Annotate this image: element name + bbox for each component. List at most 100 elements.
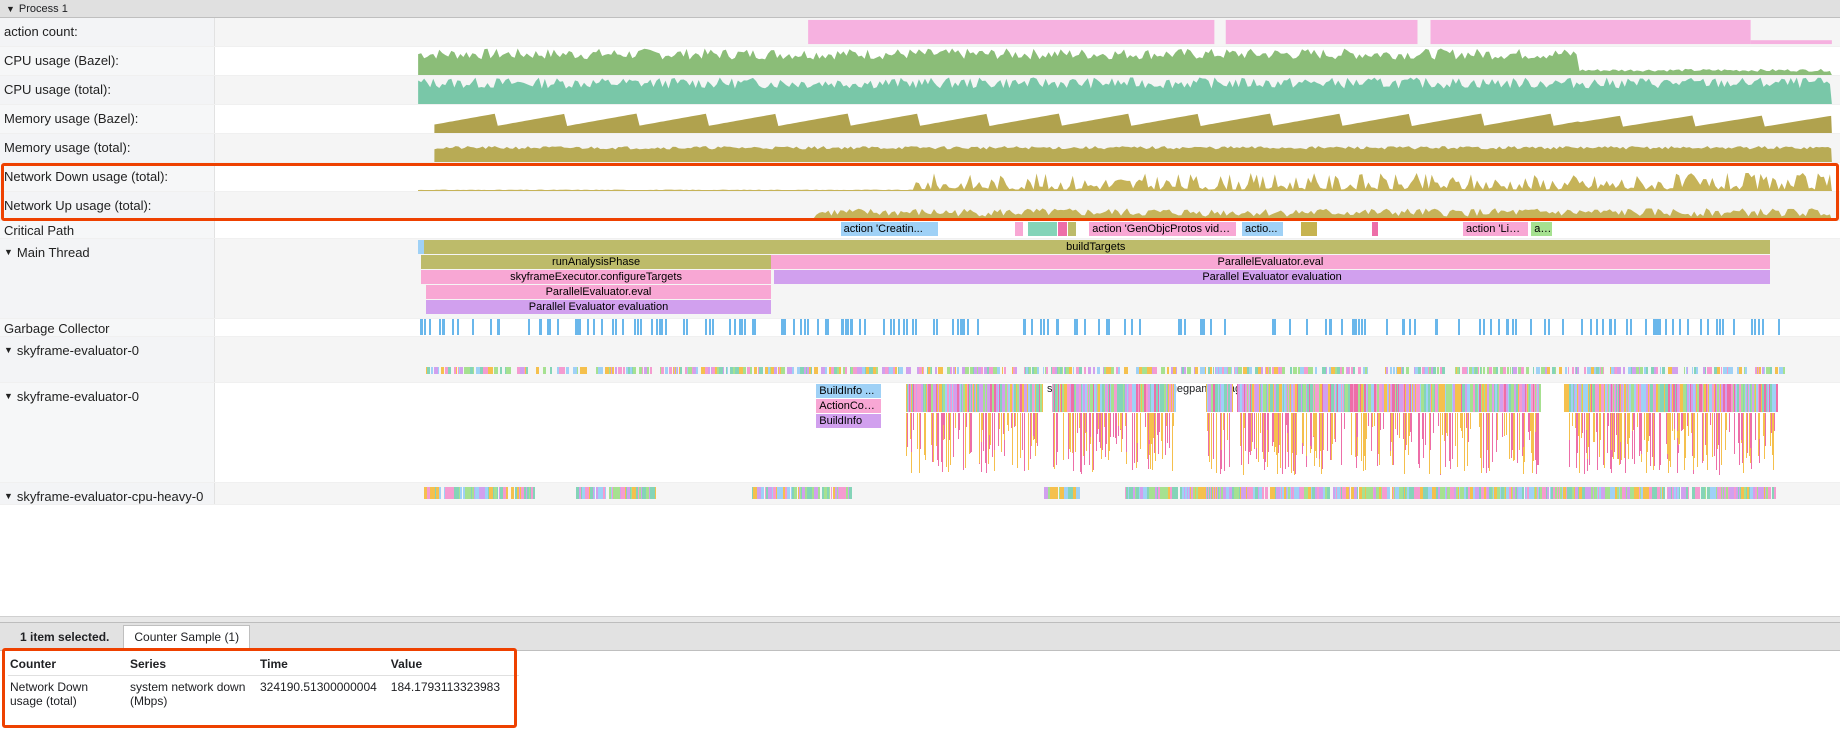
main-thread-block[interactable]: buildTargets — [421, 240, 1770, 254]
gc-tick — [890, 319, 892, 335]
gc-tick — [936, 319, 938, 335]
counter-sample-table: Counter Series Time Value Network Down u… — [8, 653, 519, 712]
track-label: skyframe-evaluator-0 — [17, 389, 139, 404]
track-skyframe-cpu-heavy[interactable]: ▼ skyframe-evaluator-cpu-heavy-0 — [0, 483, 1840, 505]
gc-tick — [1490, 319, 1492, 335]
chevron-down-icon[interactable]: ▼ — [4, 389, 13, 401]
track-skyframe-eval-0a[interactable]: ▼ skyframe-evaluator-0 — [0, 337, 1840, 383]
track-net-down[interactable]: Network Down usage (total): — [0, 163, 1840, 192]
gc-tick — [1436, 319, 1438, 335]
cell-time: 324190.51300000004 — [258, 676, 389, 713]
critical-path-block[interactable] — [1301, 222, 1317, 236]
table-row[interactable]: Network Down usage (total) system networ… — [8, 676, 519, 713]
main-thread-block[interactable]: skyframeExecutor.configureTargets — [421, 270, 770, 284]
th-value[interactable]: Value — [389, 653, 519, 676]
gc-tick — [1665, 319, 1667, 335]
cell-value: 184.1793113323983 — [389, 676, 519, 713]
track-action-count[interactable]: action count: — [0, 18, 1840, 47]
gc-tick — [1581, 319, 1583, 335]
gc-tick — [661, 319, 663, 335]
gc-tick — [1707, 319, 1709, 335]
track-cpu-total[interactable]: CPU usage (total): — [0, 76, 1840, 105]
gc-tick — [1562, 319, 1564, 335]
critical-path-block[interactable]: action 'GenObjcProtos video/... — [1089, 222, 1235, 236]
gc-tick — [637, 319, 639, 335]
gc-tick — [640, 319, 642, 335]
chevron-down-icon[interactable]: ▼ — [4, 343, 13, 355]
gc-tick — [864, 319, 866, 335]
critical-path-block[interactable] — [1058, 222, 1066, 236]
main-thread-block[interactable]: runAnalysisPhase — [421, 255, 770, 269]
track-mem-total[interactable]: Memory usage (total): — [0, 134, 1840, 163]
gc-tick — [601, 319, 603, 335]
gc-tick — [712, 319, 714, 335]
main-thread-block[interactable]: Parallel Evaluator evaluation — [774, 270, 1770, 284]
th-time[interactable]: Time — [258, 653, 389, 676]
track-label: CPU usage (total): — [4, 82, 111, 97]
track-label: action count: — [4, 24, 78, 39]
gc-tick — [472, 319, 474, 335]
gc-tick — [912, 319, 914, 335]
gc-tick — [1754, 319, 1756, 335]
skyframe-block[interactable]: ActionConti... — [816, 399, 881, 413]
gc-tick — [1548, 319, 1550, 335]
track-gc[interactable]: Garbage Collector — [0, 319, 1840, 337]
gc-tick — [622, 319, 624, 335]
gc-tick — [615, 319, 617, 335]
track-net-up[interactable]: Network Up usage (total): — [0, 192, 1840, 221]
gc-tick — [1409, 319, 1411, 335]
critical-path-block[interactable] — [1372, 222, 1379, 236]
track-critical-path[interactable]: Critical Path action 'Creatin... action '… — [0, 221, 1840, 239]
gc-tick — [1483, 319, 1485, 335]
gc-tick — [1341, 319, 1343, 335]
gc-tick — [977, 319, 979, 335]
th-series[interactable]: Series — [128, 653, 258, 676]
track-skyframe-eval-0b[interactable]: ▼ skyframe-evaluator-0 BuildInfo ...Acti… — [0, 383, 1840, 483]
gc-tick — [1515, 319, 1517, 335]
gc-tick — [1778, 319, 1780, 335]
gc-tick — [1512, 319, 1514, 335]
skyframe-block[interactable]: BuildInfo — [816, 414, 881, 428]
gc-tick — [1609, 319, 1611, 335]
gc-tick — [1507, 319, 1509, 335]
track-mem-bazel[interactable]: Memory usage (Bazel): — [0, 105, 1840, 134]
gc-tick — [967, 319, 969, 335]
critical-path-block[interactable] — [1028, 222, 1057, 236]
gc-tick — [579, 319, 581, 335]
gc-tick — [933, 319, 935, 335]
th-counter[interactable]: Counter — [8, 653, 128, 676]
gc-tick — [915, 319, 917, 335]
track-label: Garbage Collector — [4, 321, 110, 336]
chevron-down-icon[interactable]: ▼ — [4, 489, 13, 501]
gc-tick — [1458, 319, 1460, 335]
gc-tick — [1361, 319, 1363, 335]
track-main-thread[interactable]: ▼ Main Thread buildTargetsrunAnalysisPha… — [0, 239, 1840, 319]
critical-path-block[interactable]: actio... — [1242, 222, 1283, 236]
critical-path-block[interactable] — [1015, 222, 1023, 236]
track-label: Critical Path — [4, 223, 74, 238]
gc-tick — [842, 319, 844, 335]
selection-summary: 1 item selected. — [10, 626, 119, 648]
process-header[interactable]: ▼ Process 1 — [0, 0, 1840, 18]
critical-path-block[interactable]: action 'Creatin... — [841, 222, 939, 236]
gc-tick — [851, 319, 853, 335]
process-title: Process 1 — [19, 3, 68, 15]
gc-tick — [540, 319, 542, 335]
critical-path-block[interactable] — [1068, 222, 1076, 236]
gc-tick — [528, 319, 530, 335]
gc-tick — [793, 319, 795, 335]
critical-path-block[interactable]: act... — [1531, 222, 1552, 236]
critical-path-block[interactable]: action 'Linking go... — [1463, 222, 1528, 236]
main-thread-block[interactable]: ParallelEvaluator.eval — [426, 285, 771, 299]
gc-tick — [686, 319, 688, 335]
tab-counter-sample[interactable]: Counter Sample (1) — [123, 625, 250, 648]
gc-tick — [957, 319, 959, 335]
main-thread-block[interactable]: ParallelEvaluator.eval — [771, 255, 1770, 269]
track-cpu-bazel[interactable]: CPU usage (Bazel): — [0, 47, 1840, 76]
gc-tick — [1402, 319, 1404, 335]
gc-tick — [903, 319, 905, 335]
chevron-down-icon[interactable]: ▼ — [4, 245, 13, 257]
cell-counter: Network Down usage (total) — [8, 676, 128, 713]
main-thread-block[interactable]: Parallel Evaluator evaluation — [426, 300, 771, 314]
skyframe-block[interactable]: BuildInfo ... — [816, 384, 881, 398]
